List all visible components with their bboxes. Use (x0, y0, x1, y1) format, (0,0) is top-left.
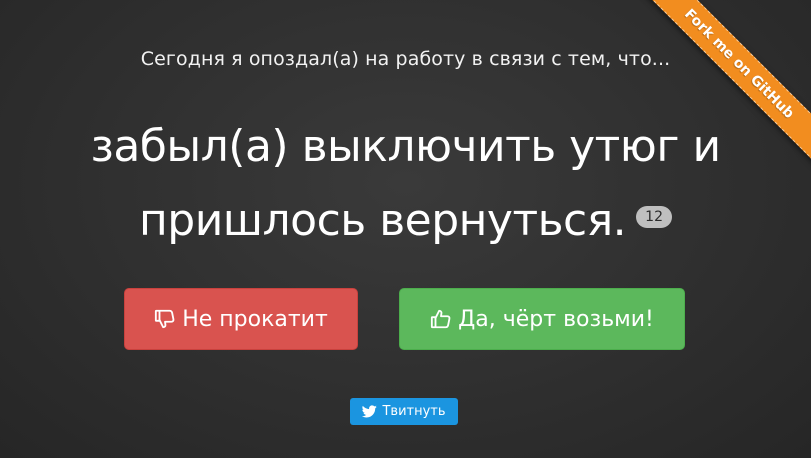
twitter-bird-icon (362, 405, 378, 418)
thumbs-up-icon (430, 308, 452, 330)
fork-on-github-ribbon[interactable]: Fork me on GitHub (635, 0, 811, 168)
thumbs-down-icon (154, 308, 176, 330)
reject-button[interactable]: Не прокатит (124, 288, 358, 350)
page: Сегодня я опоздал(а) на работу в связи с… (0, 0, 811, 458)
github-ribbon-container: Fork me on GitHub (631, 0, 811, 180)
tweet-button-label: Твитнуть (382, 404, 446, 419)
accept-button-label: Да, чёрт возьми! (458, 306, 654, 332)
reject-button-label: Не прокатит (182, 306, 328, 332)
accept-button[interactable]: Да, чёрт возьми! (399, 288, 685, 350)
vote-count-badge: 12 (636, 206, 672, 228)
tweet-button[interactable]: Твитнуть (350, 398, 458, 425)
excuse-text: забыл(а) выключить утюг и пришлось верну… (90, 121, 721, 246)
